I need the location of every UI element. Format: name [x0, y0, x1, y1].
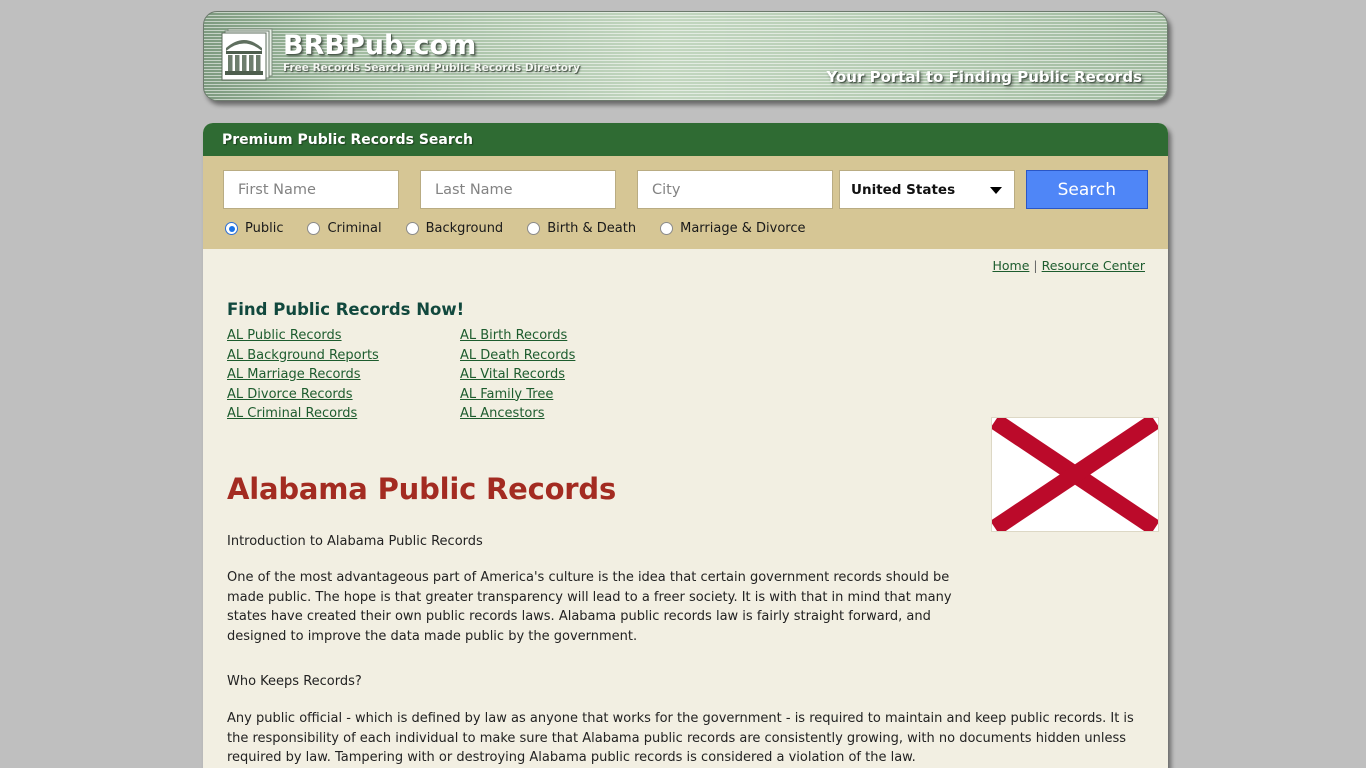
find-records-column-right: AL Birth Records AL Death Records AL Vit…: [460, 326, 693, 424]
link-al-marriage-records[interactable]: AL Marriage Records: [227, 365, 460, 385]
link-al-criminal-records[interactable]: AL Criminal Records: [227, 404, 460, 424]
main-content-card: Premium Public Records Search United Sta…: [203, 123, 1168, 768]
radio-public[interactable]: Public: [225, 221, 283, 236]
article-section2-body: Any public official - which is defined b…: [227, 711, 1134, 766]
radio-marriage-divorce[interactable]: Marriage & Divorce: [660, 221, 805, 236]
radio-public-label: Public: [245, 221, 284, 236]
link-al-ancestors[interactable]: AL Ancestors: [460, 404, 693, 424]
nav-separator: |: [1033, 258, 1038, 273]
radio-background-indicator[interactable]: [405, 222, 419, 235]
radio-birth-death-indicator[interactable]: [527, 222, 541, 235]
last-name-input[interactable]: [420, 170, 616, 209]
first-name-input[interactable]: [223, 170, 399, 209]
radio-criminal[interactable]: Criminal: [307, 221, 382, 236]
find-records-link-grid: AL Public Records AL Background Reports …: [225, 326, 1146, 424]
link-al-divorce-records[interactable]: AL Divorce Records: [227, 385, 460, 405]
search-panel-title: Premium Public Records Search: [203, 123, 1168, 156]
brand-title: BRBPub.com: [283, 30, 477, 61]
brand-subtitle: Free Records Search and Public Records D…: [283, 62, 580, 75]
find-records-column-left: AL Public Records AL Background Reports …: [227, 326, 460, 424]
article-section-two: Who Keeps Records? Any public official -…: [225, 672, 1145, 768]
breadcrumb: Home | Resource Center: [225, 249, 1146, 273]
search-button[interactable]: Search: [1025, 170, 1148, 209]
find-records-heading: Find Public Records Now!: [227, 300, 465, 319]
radio-criminal-label: Criminal: [327, 221, 382, 236]
nav-link-resource-center[interactable]: Resource Center: [1042, 258, 1145, 273]
link-al-background-reports[interactable]: AL Background Reports: [227, 346, 460, 366]
nav-link-home[interactable]: Home: [992, 258, 1029, 273]
radio-background[interactable]: Background: [405, 221, 504, 236]
alabama-state-flag-image: [990, 413, 1160, 536]
brand-block: BRBPub.com Free Records Search and Publi…: [283, 30, 580, 75]
article-section2-label: Who Keeps Records?: [227, 674, 362, 690]
country-select[interactable]: United States: [839, 170, 1015, 209]
chevron-down-icon: [989, 186, 1002, 194]
link-al-vital-records[interactable]: AL Vital Records: [460, 365, 693, 385]
radio-birth-death-label: Birth & Death: [547, 221, 637, 236]
radio-criminal-indicator[interactable]: [307, 222, 321, 235]
search-fields-row: United States Search: [223, 170, 1148, 209]
article-intro-label: Introduction to Alabama Public Records: [227, 533, 483, 549]
radio-public-indicator[interactable]: [225, 222, 238, 235]
link-al-birth-records[interactable]: AL Birth Records: [460, 326, 693, 346]
article-intro: Introduction to Alabama Public Records O…: [225, 532, 955, 647]
link-al-public-records[interactable]: AL Public Records: [227, 326, 460, 346]
link-al-family-tree[interactable]: AL Family Tree: [460, 385, 693, 405]
record-type-radio-group: Public Criminal Background Birth & Death…: [223, 221, 1148, 236]
article-intro-body: One of the most advantageous part of Ame…: [227, 570, 952, 644]
content-body: Home | Resource Center Find Public Records…: [203, 249, 1168, 768]
country-select-value: United States: [851, 181, 956, 198]
radio-birth-death[interactable]: Birth & Death: [527, 221, 636, 236]
radio-marriage-divorce-label: Marriage & Divorce: [680, 221, 806, 236]
search-strip: United States Search Public Criminal Bac…: [203, 156, 1168, 249]
courthouse-icon: [220, 26, 274, 82]
page-root: BRBPub.com Free Records Search and Publi…: [0, 0, 1366, 768]
city-input[interactable]: [637, 170, 833, 209]
radio-marriage-divorce-indicator[interactable]: [660, 222, 674, 235]
banner-tagline: Your Portal to Finding Public Records: [826, 68, 1142, 86]
site-banner: BRBPub.com Free Records Search and Publi…: [203, 11, 1168, 101]
radio-background-label: Background: [425, 221, 504, 236]
link-al-death-records[interactable]: AL Death Records: [460, 346, 693, 366]
